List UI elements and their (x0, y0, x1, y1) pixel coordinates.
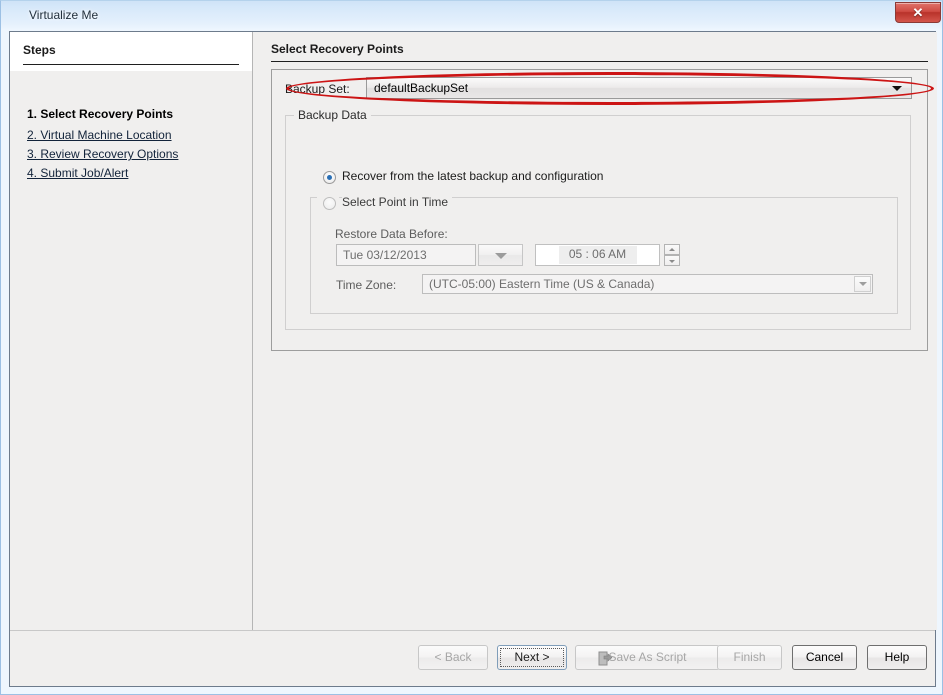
restore-time-value: 05 : 06 AM (536, 247, 659, 261)
spinner-up-button[interactable] (664, 244, 680, 255)
steps-pane: Steps 1. Select Recovery Points 2. Virtu… (10, 32, 253, 630)
cancel-button[interactable]: Cancel (792, 645, 857, 670)
footer-bar: < Back Next > Save As Script Finish (10, 630, 935, 686)
chevron-up-icon (669, 248, 675, 251)
title-bar: Virtualize Me ✕ (1, 1, 943, 30)
backup-set-combobox[interactable]: defaultBackupSet (366, 77, 912, 99)
calendar-dropdown-button[interactable] (478, 244, 523, 266)
backup-data-group-title: Backup Data (294, 108, 371, 122)
close-button[interactable]: ✕ (895, 2, 941, 23)
radio-recover-latest[interactable] (323, 171, 336, 184)
radio-recover-latest-label[interactable]: Recover from the latest backup and confi… (342, 169, 603, 183)
time-zone-combobox[interactable]: (UTC-05:00) Eastern Time (US & Canada) (422, 274, 873, 294)
backup-set-label: Backup Set: (285, 82, 350, 96)
restore-data-before-label: Restore Data Before: (335, 227, 448, 241)
restore-date-value: Tue 03/12/2013 (343, 248, 427, 262)
chevron-down-icon (495, 253, 507, 259)
steps-header: Steps (10, 32, 252, 71)
back-button-label: < Back (434, 650, 471, 664)
restore-time-input[interactable]: 05 : 06 AM (535, 244, 660, 266)
page-title: Select Recovery Points (271, 42, 404, 56)
close-icon: ✕ (896, 5, 940, 21)
save-as-script-button-label: Save As Script (608, 650, 686, 664)
window-title: Virtualize Me (29, 8, 98, 22)
help-button-label: Help (885, 650, 910, 664)
chevron-down-icon (859, 282, 867, 286)
sidebar-item-virtual-machine-location[interactable]: 2. Virtual Machine Location (27, 128, 172, 142)
page-title-divider (271, 61, 928, 62)
backup-set-value: defaultBackupSet (374, 81, 468, 95)
chevron-down-icon (892, 86, 902, 91)
save-as-script-button[interactable]: Save As Script (575, 645, 720, 670)
sidebar-item-submit-job-alert[interactable]: 4. Submit Job/Alert (27, 166, 128, 180)
radio-select-point-in-time-label[interactable]: Select Point in Time (342, 195, 452, 209)
radio-select-point-in-time[interactable] (323, 197, 336, 210)
finish-button[interactable]: Finish (717, 645, 782, 670)
time-zone-label: Time Zone: (336, 278, 396, 292)
restore-date-input[interactable]: Tue 03/12/2013 (336, 244, 476, 266)
application-window: Virtualize Me ✕ Steps 1. Select Recovery… (0, 0, 943, 695)
next-button-label: Next > (514, 650, 549, 664)
finish-button-label: Finish (733, 650, 765, 664)
next-button[interactable]: Next > (497, 645, 567, 670)
chevron-down-icon (669, 260, 675, 263)
sidebar-item-select-recovery-points: 1. Select Recovery Points (27, 107, 173, 121)
client-area: Steps 1. Select Recovery Points 2. Virtu… (9, 31, 936, 687)
back-button[interactable]: < Back (418, 645, 488, 670)
steps-header-divider (23, 64, 239, 65)
cancel-button-label: Cancel (806, 650, 843, 664)
recovery-points-panel: Backup Set: defaultBackupSet Backup Data… (271, 69, 928, 351)
spinner-down-button[interactable] (664, 255, 680, 266)
time-spinner[interactable] (664, 244, 680, 266)
sidebar-item-review-recovery-options[interactable]: 3. Review Recovery Options (27, 147, 178, 161)
steps-header-label: Steps (23, 43, 56, 57)
time-zone-value: (UTC-05:00) Eastern Time (US & Canada) (429, 277, 654, 291)
help-button[interactable]: Help (867, 645, 927, 670)
window-frame: Virtualize Me ✕ Steps 1. Select Recovery… (0, 0, 943, 695)
content-pane: Select Recovery Points Backup Set: defau… (253, 32, 937, 630)
time-zone-dropdown-button[interactable] (854, 276, 871, 292)
